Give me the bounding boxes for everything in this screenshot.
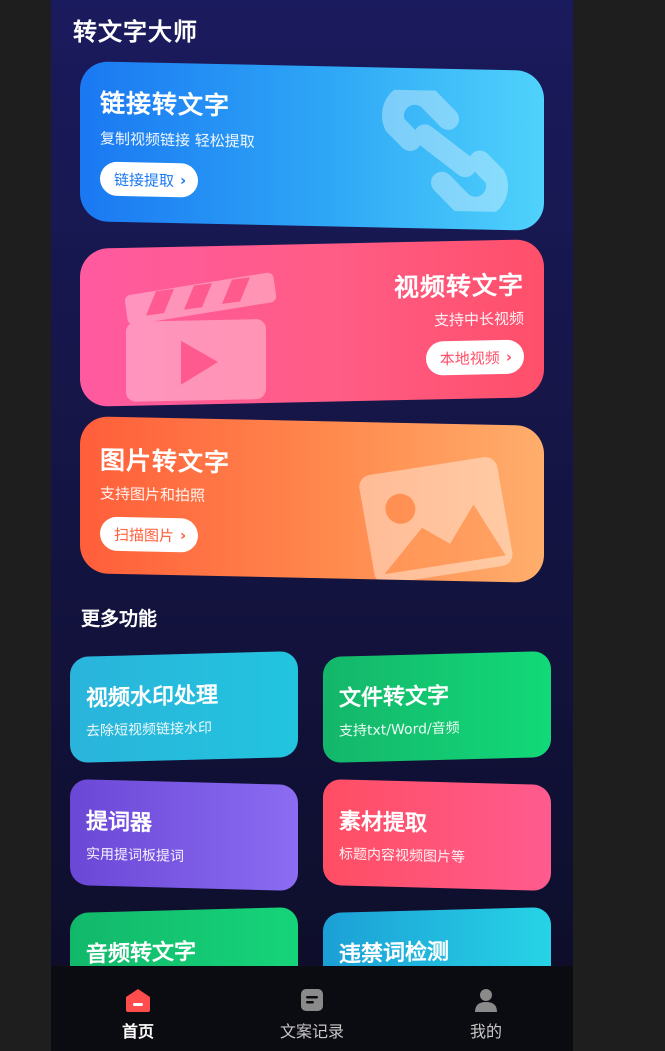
feature-subtitle: 实用提词板提词 xyxy=(86,846,184,865)
video-to-text-card[interactable]: 视频转文字 支持中长视频 本地视频 › xyxy=(80,239,544,407)
teleprompter-card[interactable]: 提词器 实用提词板提词 xyxy=(70,779,298,891)
feature-subtitle: 支持txt/Word/音频 xyxy=(339,720,460,740)
scan-image-label: 扫描图片 xyxy=(114,525,175,545)
image-card-title: 图片转文字 xyxy=(100,445,231,478)
link-extract-button[interactable]: 链接提取 › xyxy=(100,161,199,198)
video-card-title: 视频转文字 xyxy=(393,270,524,303)
video-card-subtitle: 支持中长视频 xyxy=(433,309,524,330)
feature-title: 提词器 xyxy=(86,809,153,837)
tab-home[interactable]: 首页 xyxy=(51,966,225,1051)
chevron-right-icon: › xyxy=(180,171,187,190)
file-to-text-card[interactable]: 文件转文字 支持txt/Word/音频 xyxy=(323,651,551,763)
app-screen: 转文字大师 链接转文字 复制视频链接 轻松提取 链接提取 › 视频转文字 支持中… xyxy=(51,0,573,1051)
chevron-right-icon: › xyxy=(505,347,512,366)
tab-label: 首页 xyxy=(121,1022,154,1041)
feature-title: 音频转文字 xyxy=(86,939,197,968)
clapperboard-icon xyxy=(124,272,277,402)
home-icon xyxy=(126,989,150,1012)
image-to-text-card[interactable]: 图片转文字 支持图片和拍照 扫描图片 › xyxy=(80,416,544,583)
feature-title: 文件转文字 xyxy=(339,683,450,712)
user-icon xyxy=(475,989,497,1012)
link-card-subtitle: 复制视频链接 轻松提取 xyxy=(100,129,255,151)
link-extract-label: 链接提取 xyxy=(114,170,175,190)
local-video-button[interactable]: 本地视频 › xyxy=(425,339,524,376)
image-icon xyxy=(359,457,513,583)
scan-image-button[interactable]: 扫描图片 › xyxy=(100,516,199,553)
material-extract-card[interactable]: 素材提取 标题内容视频图片等 xyxy=(323,779,551,891)
chevron-right-icon: › xyxy=(180,526,187,545)
video-watermark-card[interactable]: 视频水印处理 去除短视频链接水印 xyxy=(70,651,298,763)
link-card-title: 链接转文字 xyxy=(100,88,231,121)
tab-mine[interactable]: 我的 xyxy=(399,966,573,1051)
tab-label: 文案记录 xyxy=(279,1022,344,1041)
link-icon xyxy=(382,89,508,213)
document-icon xyxy=(301,989,323,1011)
feature-title: 素材提取 xyxy=(339,809,428,837)
tab-label: 我的 xyxy=(469,1022,502,1041)
link-to-text-card[interactable]: 链接转文字 复制视频链接 轻松提取 链接提取 › xyxy=(80,61,544,231)
app-title: 转文字大师 xyxy=(73,18,198,46)
local-video-label: 本地视频 xyxy=(439,348,500,368)
tab-records[interactable]: 文案记录 xyxy=(225,966,399,1051)
feature-subtitle: 去除短视频链接水印 xyxy=(86,720,212,740)
feature-subtitle: 标题内容视频图片等 xyxy=(339,846,465,866)
image-card-subtitle: 支持图片和拍照 xyxy=(100,484,206,505)
bottom-tab-bar: 首页 文案记录 我的 xyxy=(51,966,573,1051)
feature-title: 视频水印处理 xyxy=(86,683,219,712)
more-features-title: 更多功能 xyxy=(81,608,158,630)
feature-title: 违禁词检测 xyxy=(339,939,450,968)
